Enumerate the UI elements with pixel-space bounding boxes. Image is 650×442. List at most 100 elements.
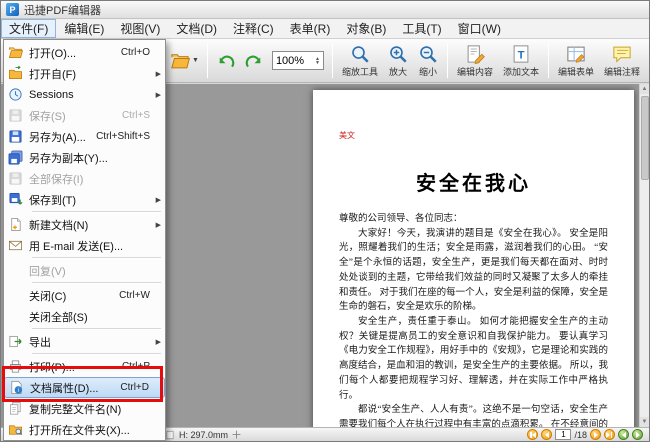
menu-item-label: 复制完整文件名(N) xyxy=(29,403,122,416)
file-menu-item-save-to[interactable]: 保存到(T) ▶ xyxy=(4,189,165,210)
toolbar-separator xyxy=(331,43,333,78)
email-icon xyxy=(8,238,23,253)
first-page-button[interactable] xyxy=(527,429,539,440)
next-view-button[interactable] xyxy=(632,429,643,440)
vertical-scrollbar[interactable]: ▲ ▼ xyxy=(639,84,649,427)
submenu-arrow-icon: ▶ xyxy=(155,196,161,204)
menu-item-label: 保存到(T) xyxy=(29,194,77,207)
edit-note-button[interactable]: 编辑注释 xyxy=(600,43,644,79)
svg-text:T: T xyxy=(518,49,525,61)
menu-separator xyxy=(32,257,161,259)
save-icon xyxy=(8,129,23,144)
page-total-label: /18 xyxy=(574,429,587,440)
file-menu-item-send-email[interactable]: 用 E-mail 发送(E)... xyxy=(4,235,165,256)
file-menu-item-open[interactable]: 打开(O)... Ctrl+O xyxy=(4,42,165,63)
menu-item-label: 文档属性(D)... xyxy=(30,382,99,395)
paragraph: 安全生产，责任重于泰山。 如何才能把握安全生产的主动权？关键是提高员工的安全意识… xyxy=(339,317,608,401)
file-menu-item-document-properties[interactable]: i 文档属性(D)... Ctrl+D xyxy=(4,377,165,398)
scrollbar-thumb[interactable] xyxy=(641,96,649,180)
zoom-value: 100% xyxy=(275,54,305,67)
last-page-button[interactable] xyxy=(604,429,615,440)
file-menu-item-sessions[interactable]: Sessions ▶ xyxy=(4,84,165,105)
undo-button[interactable] xyxy=(213,48,239,74)
prev-page-button[interactable] xyxy=(541,429,553,440)
menu-item-label: 新建文档(N) xyxy=(29,219,89,232)
edit-form-icon xyxy=(566,44,586,64)
file-menu-item-close-all[interactable]: 关闭全部(S) xyxy=(4,306,165,327)
scroll-up-icon[interactable]: ▲ xyxy=(640,84,649,94)
menu-item-label: Sessions xyxy=(29,88,74,101)
edit-note-icon xyxy=(612,44,632,64)
menu-item-6[interactable]: 对象(B) xyxy=(338,19,394,38)
menu-item-label: 保存(S) xyxy=(29,110,66,123)
title-bar: P 迅捷PDF编辑器 xyxy=(1,1,649,19)
zoom-in-button[interactable]: 放大 xyxy=(384,43,412,79)
save-gray-icon xyxy=(8,108,23,123)
menu-item-5[interactable]: 表单(R) xyxy=(282,19,339,38)
file-menu-item-open-containing-folder[interactable]: 打开所在文件夹(X)... xyxy=(4,419,165,440)
menu-shortcut: Ctrl+S xyxy=(121,110,150,121)
previous-view-button[interactable] xyxy=(618,429,629,440)
next-page-button[interactable] xyxy=(590,429,601,440)
submenu-arrow-icon: ▶ xyxy=(155,91,161,99)
file-menu-item-save-all: 全部保存(I) xyxy=(4,168,165,189)
copy-name-icon xyxy=(8,401,23,416)
zoom-spinner-icon[interactable]: ▲ ▼ xyxy=(315,56,320,65)
zoom-in-label: 放大 xyxy=(388,66,407,77)
menu-item-8[interactable]: 窗口(W) xyxy=(450,19,509,38)
paragraph: 大家好！今天，我演讲的题目是《安全在我心》。 安全是阳光，照耀着我们的生活；安全… xyxy=(339,228,608,313)
menu-item-2[interactable]: 视图(V) xyxy=(112,19,168,38)
scroll-down-icon[interactable]: ▼ xyxy=(640,417,649,427)
zoom-tool-button[interactable]: 缩放工具 xyxy=(338,43,382,79)
export-icon xyxy=(8,334,23,349)
file-menu-item-save: 保存(S) Ctrl+S xyxy=(4,105,165,126)
file-menu-item-print[interactable]: 打印(P)... Ctrl+P xyxy=(4,356,165,377)
open-from-icon xyxy=(8,66,23,81)
menu-item-7[interactable]: 工具(T) xyxy=(394,19,449,38)
file-menu-item-save-as-copy[interactable]: 另存为副本(Y)... xyxy=(4,147,165,168)
redo-button[interactable] xyxy=(241,48,267,74)
edit-content-icon xyxy=(465,44,485,64)
menu-item-3[interactable]: 文档(D) xyxy=(168,19,225,38)
pdf-page: 美文 安全在我心 尊敬的公司领导、各位同志： 大家好！今天，我演讲的题目是《安全… xyxy=(313,90,634,427)
folder-open-icon xyxy=(170,51,190,71)
page-size-icon xyxy=(165,430,175,440)
file-menu-item-close[interactable]: 关闭(C) Ctrl+W xyxy=(4,285,165,306)
menu-item-label: 打开自(F) xyxy=(29,68,77,81)
zoom-out-button[interactable]: 缩小 xyxy=(414,43,442,79)
open-button[interactable]: ▼ xyxy=(167,48,202,74)
menu-separator xyxy=(32,353,161,355)
edit-form-button[interactable]: 编辑表单 xyxy=(554,43,598,79)
file-menu-item-open-from[interactable]: 打开自(F) ▶ xyxy=(4,63,165,84)
menu-item-4[interactable]: 注释(C) xyxy=(225,19,282,38)
cursor-position-icon xyxy=(232,430,241,439)
menu-item-1[interactable]: 编辑(E) xyxy=(56,19,112,38)
zoom-tool-label: 缩放工具 xyxy=(341,66,378,77)
save-gray-icon xyxy=(8,171,23,186)
file-menu-item-copy-file-name[interactable]: 复制完整文件名(N) xyxy=(4,398,165,419)
new-doc-icon xyxy=(8,217,23,232)
app-title: 迅捷PDF编辑器 xyxy=(24,4,101,17)
add-text-button[interactable]: T 添加文本 xyxy=(499,43,543,79)
menu-shortcut: Ctrl+W xyxy=(119,290,150,301)
zoom-out-icon xyxy=(418,44,438,64)
menu-item-label: 打开(O)... xyxy=(29,47,77,60)
save-to-icon xyxy=(8,192,23,207)
file-menu-item-new-document[interactable]: 新建文档(N) ▶ xyxy=(4,214,165,235)
dropdown-caret-icon[interactable]: ▼ xyxy=(192,57,199,64)
edit-content-button[interactable]: 编辑内容 xyxy=(453,43,497,79)
add-text-icon: T xyxy=(511,44,531,64)
document-title: 安全在我心 xyxy=(416,173,531,195)
menu-shortcut: Ctrl+D xyxy=(120,382,149,393)
menu-shortcut: Ctrl+P xyxy=(121,361,150,372)
menu-item-label: 打印(P)... xyxy=(29,361,75,374)
edit-form-label: 编辑表单 xyxy=(557,66,594,77)
file-menu-item-save-as[interactable]: 另存为(A)... Ctrl+Shift+S xyxy=(4,126,165,147)
menu-item-0[interactable]: 文件(F) xyxy=(1,19,57,38)
menu-separator xyxy=(32,328,161,330)
edit-content-label: 编辑内容 xyxy=(456,66,493,77)
page-number-input[interactable] xyxy=(555,429,572,440)
file-menu-item-export[interactable]: 导出 ▶ xyxy=(4,331,165,352)
app-window: P 迅捷PDF编辑器 文件(F) 编辑(E) 视图(V) 文档(D) 注释(C) 表单(R… xyxy=(0,0,650,442)
zoom-level-combo[interactable]: 100% ▲ ▼ xyxy=(271,51,324,70)
